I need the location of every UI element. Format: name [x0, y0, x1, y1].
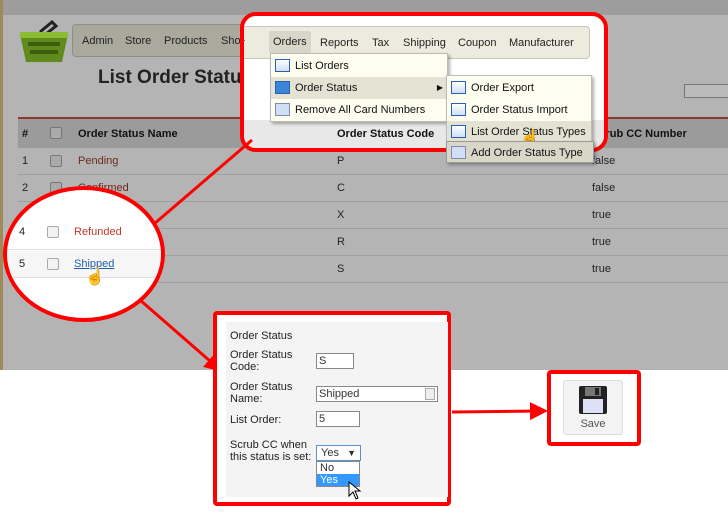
- add-icon: [451, 146, 466, 159]
- hand-cursor-icon: ☝: [85, 269, 105, 286]
- row-checkbox[interactable]: [47, 226, 59, 238]
- save-label: Save: [580, 418, 606, 430]
- code-label: Order Status Code:: [230, 349, 293, 373]
- scrub-label: Scrub CC when this status is set:: [230, 439, 312, 463]
- arrow-cursor-icon: [348, 481, 362, 500]
- name-input[interactable]: Shipped: [316, 386, 438, 402]
- option-no[interactable]: No: [317, 462, 359, 474]
- table-row: 5 Shipped ☝: [7, 251, 161, 286]
- floppy-disk-icon: [579, 386, 607, 414]
- label: Add Order Status Type: [471, 147, 583, 159]
- row-zoom-callout: 4 Refunded 5 Shipped ☝: [3, 186, 165, 322]
- row-number: 5: [19, 258, 26, 270]
- list-order-label: List Order:: [230, 414, 282, 426]
- form-heading: Order Status: [230, 330, 293, 342]
- edit-order-status-form: Order Status Order Status Code: S Order …: [213, 311, 451, 506]
- row-number: 4: [19, 226, 26, 238]
- field-icon: [425, 388, 435, 400]
- scrub-select[interactable]: Yes ▼: [316, 445, 361, 461]
- save-callout: Save: [547, 370, 641, 446]
- menu-add-order-status-type[interactable]: Add Order Status Type: [446, 141, 594, 163]
- status-name-link[interactable]: Refunded: [74, 226, 122, 238]
- arrow-to-form: [139, 298, 223, 372]
- name-value: Shipped: [319, 388, 360, 400]
- chevron-down-icon: ▼: [347, 448, 356, 458]
- save-button[interactable]: Save: [563, 380, 623, 435]
- name-label: Order Status Name:: [230, 381, 293, 405]
- list-order-input[interactable]: 5: [316, 411, 360, 427]
- code-input[interactable]: S: [316, 353, 354, 369]
- table-row: 4 Refunded: [7, 214, 161, 250]
- row-checkbox[interactable]: [47, 258, 59, 270]
- scrub-value: Yes: [321, 447, 339, 459]
- arrow-to-save: [451, 402, 548, 421]
